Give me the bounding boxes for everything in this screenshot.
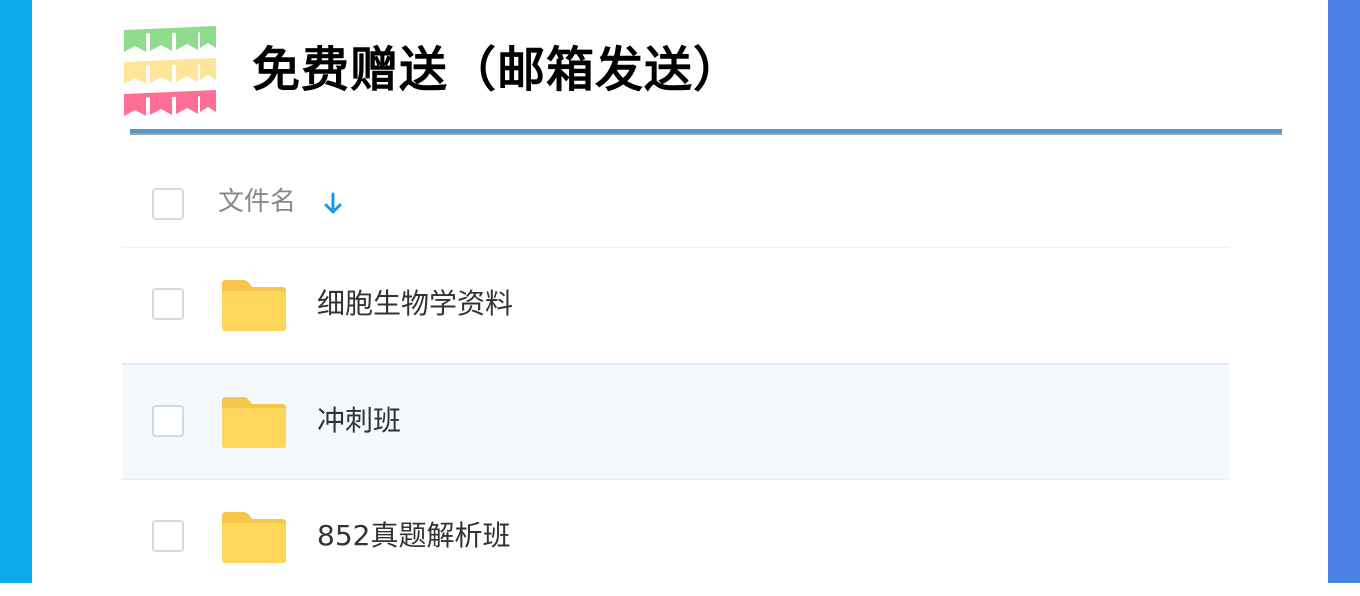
arrow-down-icon[interactable] (322, 192, 344, 216)
file-name[interactable]: 冲刺班 (317, 403, 401, 439)
folder-icon (222, 280, 286, 331)
file-name[interactable]: 852真题解析班 (317, 518, 510, 554)
column-header-filename[interactable]: 文件名 (218, 186, 296, 218)
title-divider (130, 129, 1282, 135)
row-checkbox[interactable] (152, 520, 184, 552)
left-accent-bar (0, 0, 32, 583)
page-title: 免费赠送（邮箱发送） (252, 42, 743, 98)
file-row[interactable]: 852真题解析班 (122, 480, 1229, 596)
right-accent-bar (1328, 0, 1360, 583)
file-list-header: 文件名 (122, 150, 1229, 248)
file-list: 文件名 细胞生物学资料 冲刺班 852真题解析班 (122, 150, 1229, 596)
file-row[interactable]: 细胞生物学资料 (122, 248, 1229, 364)
bunting-flags-icon (124, 26, 216, 116)
row-checkbox[interactable] (152, 288, 184, 320)
select-all-checkbox[interactable] (152, 188, 184, 220)
file-row[interactable]: 冲刺班 (122, 364, 1229, 480)
folder-icon (222, 397, 286, 448)
file-name[interactable]: 细胞生物学资料 (317, 286, 513, 322)
row-checkbox[interactable] (152, 405, 184, 437)
folder-icon (222, 512, 286, 563)
